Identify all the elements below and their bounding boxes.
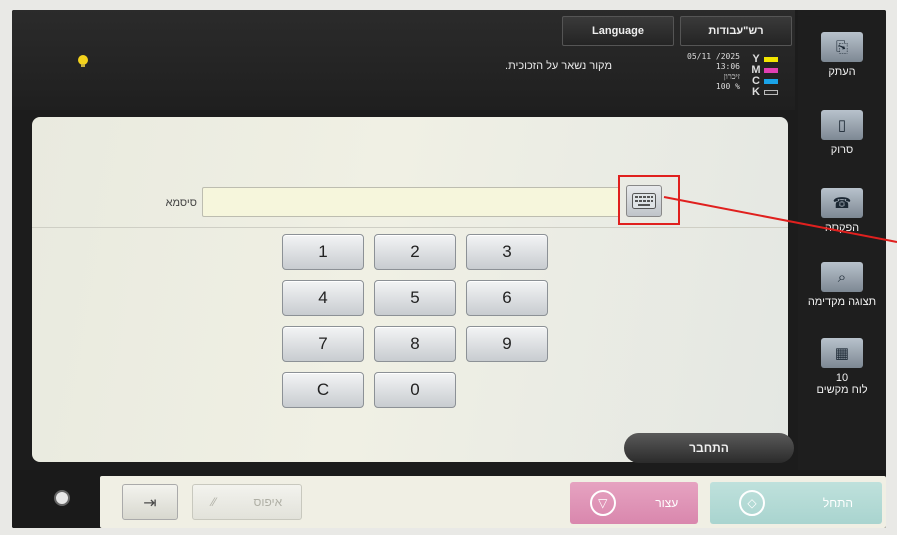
sidebar-item-label: תצוגה מקדימה: [807, 296, 877, 308]
toner-bar-k: [764, 90, 778, 95]
sidebar-item-copy[interactable]: ⎘ העתק: [806, 32, 878, 78]
annotation-highlight-box: [618, 175, 680, 225]
connect-button[interactable]: התחבר: [624, 433, 794, 463]
help-icon[interactable]: [54, 490, 70, 506]
start-icon: ◇: [738, 490, 765, 516]
key-6[interactable]: 6: [466, 280, 548, 316]
sidebar-item-preview[interactable]: ⌕ תצוגה מקדימה: [806, 262, 878, 308]
stop-label: עצור: [655, 496, 679, 510]
language-button[interactable]: Language: [562, 16, 674, 46]
key-9[interactable]: 9: [466, 326, 548, 362]
device-bezel: Language רש"עבודות מקור נשאר על הזכוכית.…: [0, 0, 897, 535]
password-label: סיסמא: [165, 197, 197, 209]
status-info: 05/11 /2025 13:06 זיכרון 100 %: [652, 52, 740, 92]
start-button[interactable]: ◇ התחל: [710, 482, 882, 524]
key-5[interactable]: 5: [374, 280, 456, 316]
sidebar-item-label: הפקסה: [824, 222, 860, 234]
copy-icon: ⎘: [821, 32, 863, 62]
key-2[interactable]: 2: [374, 234, 456, 270]
logout-button[interactable]: ⇥: [122, 484, 178, 520]
time-text: 13:06: [715, 62, 740, 71]
memory-value: 100 %: [715, 82, 740, 91]
reset-label: איפוס: [253, 495, 283, 509]
sidebar-item-keypad[interactable]: ▦ 10 לוח מקשים: [806, 338, 878, 396]
date-text: 05/11 /2025: [687, 52, 740, 61]
sidebar-item-fax[interactable]: ☎ הפקסה: [806, 188, 878, 234]
toner-bar-c: [764, 79, 778, 84]
stop-icon: ▽: [589, 490, 616, 516]
stop-button[interactable]: ▽ עצור: [570, 482, 698, 524]
status-message: מקור נשאר על הזכוכית.: [505, 60, 612, 72]
scan-icon: ▯: [821, 110, 863, 140]
toner-bar-m: [764, 68, 778, 73]
key-clear[interactable]: C: [282, 372, 364, 408]
logout-icon: ⇥: [143, 492, 157, 512]
start-label: התחל: [822, 496, 854, 510]
toner-levels: Y M C K: [750, 54, 790, 98]
warning-bulb-icon: [78, 55, 88, 67]
memory-label: זיכרון: [723, 72, 740, 81]
bottom-control-tray: ⇥ ⁄⁄ איפוס ▽ עצור ◇ התחל: [100, 476, 886, 528]
toner-row-k: K: [750, 87, 790, 98]
fax-icon: ☎: [821, 188, 863, 218]
reset-icon: ⁄⁄: [211, 495, 216, 509]
key-7[interactable]: 7: [282, 326, 364, 362]
toner-bar-y: [764, 57, 778, 62]
reset-button[interactable]: ⁄⁄ איפוס: [192, 484, 302, 520]
preview-icon: ⌕: [821, 262, 863, 292]
key-3[interactable]: 3: [466, 234, 548, 270]
key-1[interactable]: 1: [282, 234, 364, 270]
login-panel: סיסמא 1 2 3 4 5 6 7 8 9 C 0 התחבר: [32, 117, 794, 463]
bottom-bar: ⇥ ⁄⁄ איפוס ▽ עצור ◇ התחל: [12, 470, 886, 528]
job-list-button[interactable]: רש"עבודות: [680, 16, 792, 46]
keypad-count: 10: [835, 372, 849, 384]
touch-screen: Language רש"עבודות מקור נשאר על הזכוכית.…: [12, 10, 886, 528]
key-0[interactable]: 0: [374, 372, 456, 408]
password-field[interactable]: [202, 187, 620, 217]
divider: [32, 227, 788, 228]
top-status-bar: Language רש"עבודות מקור נשאר על הזכוכית.…: [12, 10, 795, 110]
sidebar-item-scan[interactable]: ▯ סרוק: [806, 110, 878, 156]
keypad-icon: ▦: [821, 338, 863, 368]
sidebar-item-label: לוח מקשים: [816, 384, 868, 396]
sidebar-item-label: העתק: [828, 66, 856, 78]
key-4[interactable]: 4: [282, 280, 364, 316]
key-8[interactable]: 8: [374, 326, 456, 362]
sidebar-item-label: סרוק: [830, 144, 854, 156]
function-sidebar: ⎘ העתק ▯ סרוק ☎ הפקסה ⌕ תצוגה מקדימה ▦ 1…: [798, 10, 886, 470]
